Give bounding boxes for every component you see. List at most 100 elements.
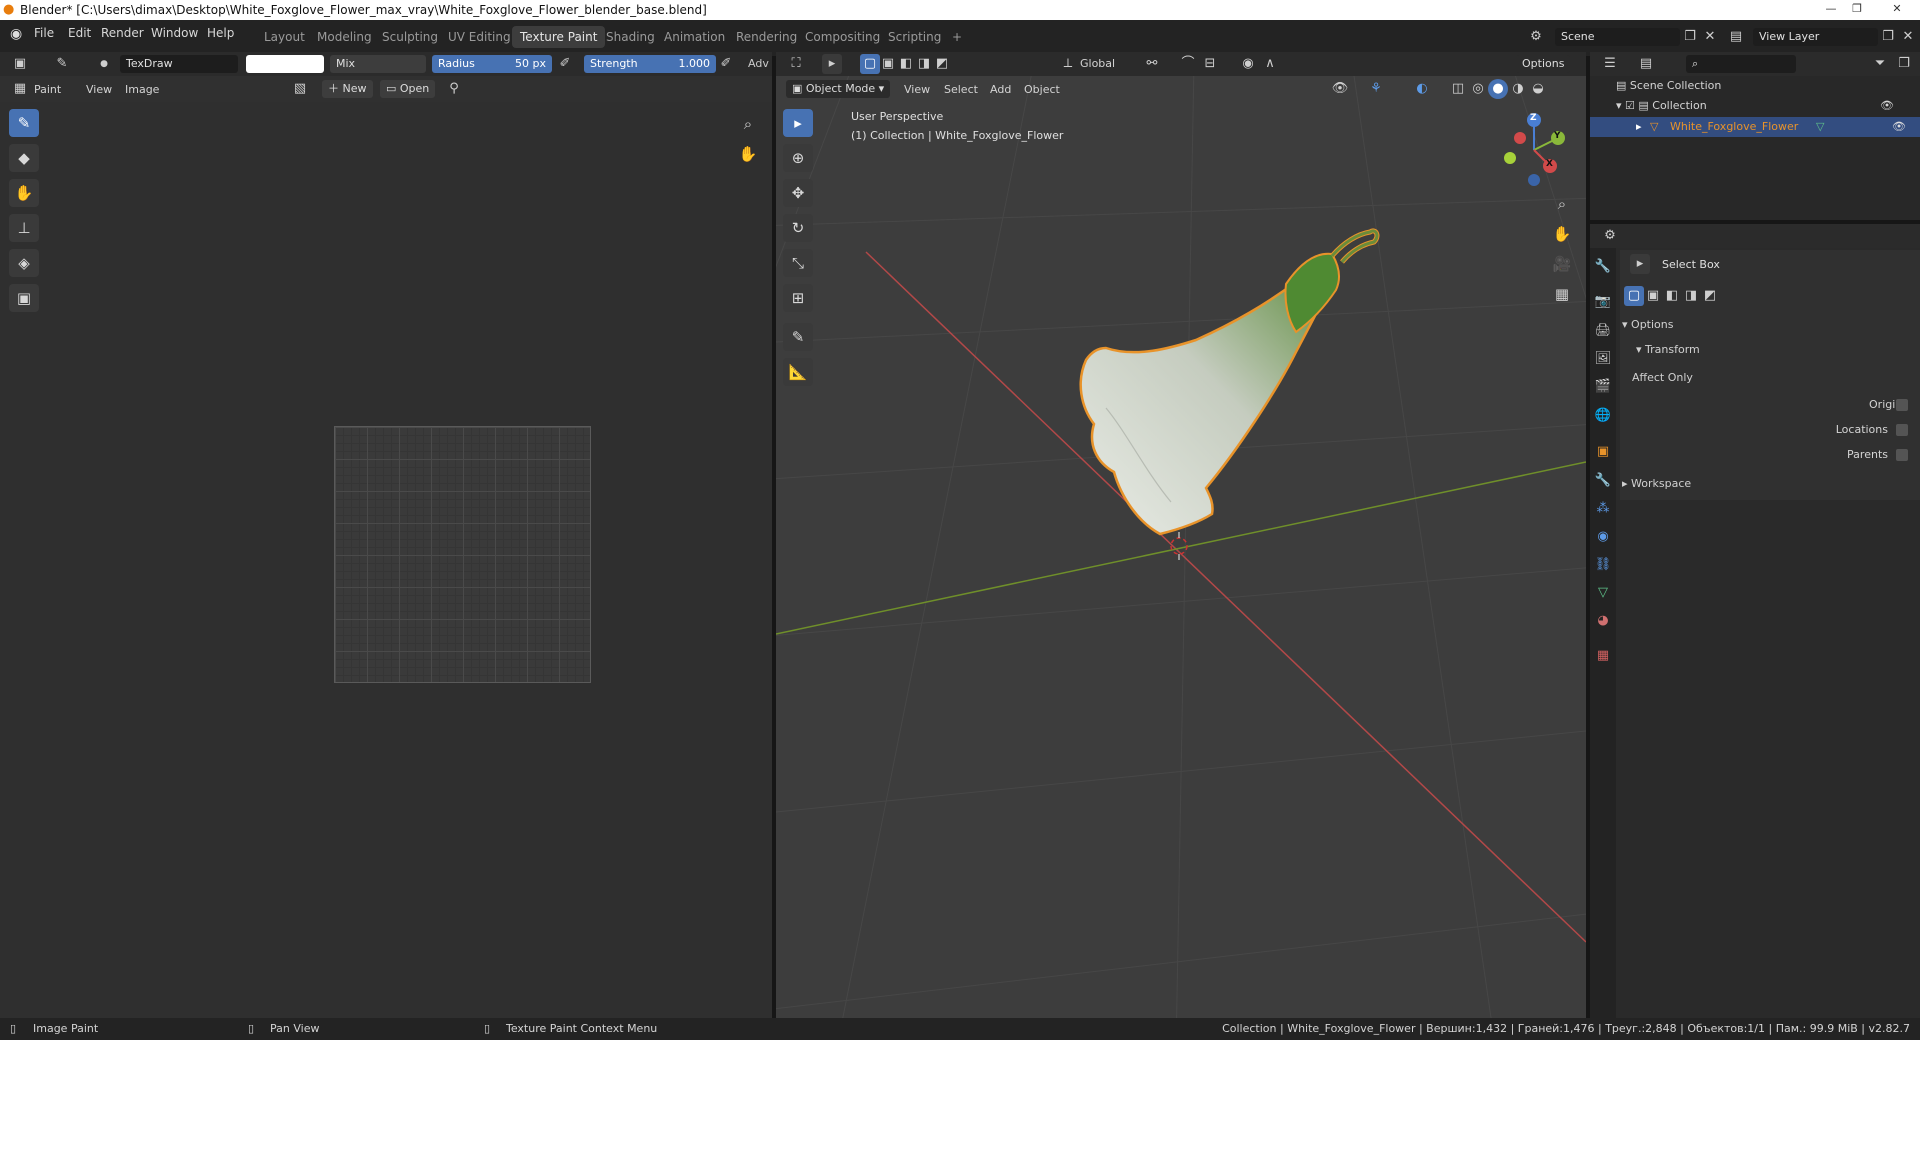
output-tab-icon[interactable]: 🖨 [1592,320,1614,342]
transform-subpanel-header[interactable]: ▾ Transform [1636,340,1920,360]
mode-subtract-icon[interactable]: ◧ [1662,286,1682,306]
locations-checkbox[interactable] [1896,424,1908,436]
delete-scene-icon[interactable]: ✕ [1700,27,1720,47]
rotate-tool[interactable]: ↻ [783,214,813,242]
menu-view[interactable]: View [904,83,930,96]
draw-tool[interactable]: ✎ [9,109,39,137]
xray-icon[interactable]: ◫ [1448,79,1468,99]
paint-mode-select[interactable]: Paint [34,83,61,96]
menu-file[interactable]: File [34,26,54,40]
transform-tool[interactable]: ⊞ [783,284,813,312]
new-image-button[interactable]: ＋ New [322,80,373,98]
outliner-object-row[interactable]: ▸ ▽ White_Foxglove_Flower ▽ 👁 [1590,117,1920,137]
outliner-scene-collection[interactable]: ▤ Scene Collection [1616,79,1721,92]
menu-select[interactable]: Select [944,83,978,96]
outliner-search-input[interactable]: ⌕ [1686,55,1796,73]
advanced-panel-label[interactable]: Adv [748,57,769,70]
view-layer-tab-icon[interactable]: 🖼 [1592,348,1614,370]
tool-tab-icon[interactable]: 🔧 [1592,256,1614,278]
editor-type-icon[interactable]: ▣ [10,54,30,74]
menu-add[interactable]: Add [990,83,1011,96]
scale-tool[interactable]: ⤡ [783,249,813,277]
particles-tab-icon[interactable]: ⁂ [1592,498,1614,520]
tab-layout[interactable]: Layout [256,26,313,48]
filter-icon[interactable]: ⏷ [1870,54,1890,74]
material-shading-icon[interactable]: ◑ [1508,79,1528,99]
options-panel-header[interactable]: ▾ Options [1622,315,1912,335]
render-tab-icon[interactable]: 📷 [1592,291,1614,313]
tab-modeling[interactable]: Modeling [309,26,380,48]
editor-type-icon[interactable]: ⛶ [786,54,806,74]
outliner-collection[interactable]: ▾ ☑ ▤ Collection 👁 [1616,99,1916,112]
collection-visibility-icon[interactable]: 👁 [1880,99,1894,112]
snap-target-icon[interactable]: ⊟ [1200,54,1220,74]
strength-pressure-icon[interactable]: ✐ [716,54,736,74]
tab-uv-editing[interactable]: UV Editing [440,26,519,48]
camera-view-icon[interactable]: 🎥 [1552,254,1572,274]
blend-mode-select[interactable]: Mix [330,55,426,73]
wireframe-shading-icon[interactable]: ◎ [1468,79,1488,99]
editor-type-icon[interactable]: ☰ [1600,54,1620,74]
origins-checkbox[interactable] [1896,399,1908,411]
brush-icon[interactable]: ✎ [52,54,72,74]
modifier-tab-icon[interactable]: 🔧 [1592,470,1614,492]
annotate-tool[interactable]: ✎ [783,323,813,351]
view-layer-selector[interactable]: View Layer [1753,28,1878,46]
editor-type-icon[interactable]: ⚙ [1600,226,1620,246]
mode-new-icon[interactable]: ▢ [1624,286,1644,306]
new-view-layer-icon[interactable]: ❐ [1878,27,1898,47]
tab-animation[interactable]: Animation [656,26,733,48]
menu-window[interactable]: Window [151,26,198,40]
tab-compositing[interactable]: Compositing [797,26,888,48]
visibility-icon[interactable]: 👁 [1330,79,1350,99]
new-scene-icon[interactable]: ❐ [1680,27,1700,47]
fill-tool[interactable]: ◈ [9,249,39,277]
minimize-button[interactable]: — [1820,2,1842,17]
pivot-icon[interactable]: ⚯ [1142,54,1162,74]
menu-object[interactable]: Object [1024,83,1060,96]
menu-image[interactable]: Image [125,83,159,96]
smear-tool[interactable]: ✋ [9,179,39,207]
brush-color-swatch[interactable] [246,55,324,73]
foxglove-flower[interactable] [1079,228,1380,536]
select-box-tool[interactable]: ▸ [783,109,813,137]
world-tab-icon[interactable]: 🌐 [1592,405,1614,427]
zoom-icon[interactable]: ⌕ [738,114,758,134]
gizmo-toggle-icon[interactable]: ⚘ [1366,79,1386,99]
tab-shading[interactable]: Shading [598,26,663,48]
measure-tool[interactable]: 📐 [783,358,813,386]
object-tab-icon[interactable]: ▣ [1592,441,1614,463]
menu-edit[interactable]: Edit [68,26,91,40]
clone-tool[interactable]: ⊥ [9,214,39,242]
mask-tool[interactable]: ▣ [9,284,39,312]
new-collection-icon[interactable]: ❐ [1894,54,1914,74]
texture-tab-icon[interactable]: ▦ [1592,645,1614,667]
zoom-icon[interactable]: ⌕ [1552,194,1572,214]
scene-tab-icon[interactable]: 🎬 [1592,376,1614,398]
material-tab-icon[interactable]: ◕ [1592,610,1614,632]
radius-slider[interactable]: Radius 50 px [432,55,552,73]
ortho-toggle-icon[interactable]: ▦ [1552,284,1572,304]
overlay-toggle-icon[interactable]: ◐ [1412,79,1432,99]
open-image-button[interactable]: ▭ Open [380,80,436,98]
cursor-tool[interactable]: ⊕ [783,144,813,172]
physics-tab-icon[interactable]: ◉ [1592,526,1614,548]
mode-extend-icon[interactable]: ▣ [878,54,898,74]
constraints-tab-icon[interactable]: ⛓ [1592,554,1614,576]
close-button[interactable]: ✕ [1886,2,1908,17]
image-browse-icon[interactable]: ▧ [290,79,310,99]
rendered-shading-icon[interactable]: ◒ [1528,79,1548,99]
brush-name-field[interactable]: TexDraw [120,55,238,73]
delete-view-layer-icon[interactable]: ✕ [1898,27,1918,47]
display-mode-icon[interactable]: ▤ [1636,54,1656,74]
tab-sculpting[interactable]: Sculpting [374,26,446,48]
mode-intersect-icon[interactable]: ◩ [932,54,952,74]
proportional-edit-icon[interactable]: ◉ [1238,54,1258,74]
scene-icon[interactable]: ⚙ [1526,27,1546,47]
snap-icon[interactable]: ⌒ [1178,54,1198,74]
parents-checkbox[interactable] [1896,449,1908,461]
3d-viewport[interactable]: ⛶ ▸ ▢ ▣ ◧ ◨ ◩ ⟂ Global ⚯ ⌒ ⊟ ◉ ∧ Options… [776,52,1586,1018]
menu-help[interactable]: Help [207,26,234,40]
workspace-panel-header[interactable]: ▸ Workspace [1622,474,1912,494]
mode-subtract-icon[interactable]: ◧ [896,54,916,74]
